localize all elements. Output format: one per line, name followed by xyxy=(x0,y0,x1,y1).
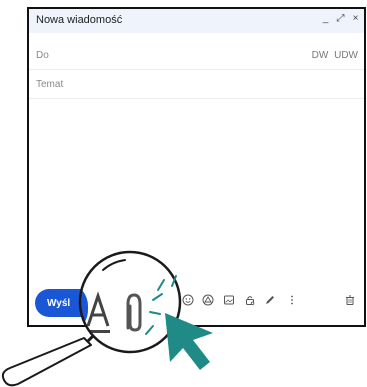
subject-placeholder: Temat xyxy=(36,79,64,90)
compose-header: Nowa wiadomość _ ⤢ × xyxy=(29,9,364,33)
photo-icon[interactable] xyxy=(222,293,236,307)
drive-icon[interactable] xyxy=(201,293,215,307)
window-controls: _ ⤢ × xyxy=(321,13,360,24)
minimize-button[interactable]: _ xyxy=(321,13,330,24)
close-button[interactable]: × xyxy=(351,13,360,24)
subject-field[interactable]: Temat xyxy=(29,71,364,99)
to-field[interactable]: Do DW UDW xyxy=(29,42,364,70)
send-button[interactable]: Wyśl xyxy=(35,289,97,317)
trash-icon[interactable] xyxy=(343,293,357,307)
cc-bcc-links: DW UDW xyxy=(309,50,358,61)
message-body[interactable] xyxy=(29,99,364,285)
bcc-link[interactable]: UDW xyxy=(334,50,358,61)
magnifier-handle xyxy=(1,334,95,387)
signature-icon[interactable] xyxy=(263,293,277,307)
cc-link[interactable]: DW xyxy=(312,50,329,61)
emoji-icon[interactable] xyxy=(181,293,195,307)
compose-title: Nowa wiadomość xyxy=(36,14,123,26)
to-label: Do xyxy=(36,50,49,61)
lock-icon[interactable] xyxy=(243,293,257,307)
compose-toolbar: Wyśl xyxy=(29,285,364,325)
compose-window: Nowa wiadomość _ ⤢ × Do DW UDW Temat Wyś… xyxy=(27,7,366,327)
expand-button[interactable]: ⤢ xyxy=(336,13,345,24)
more-options-icon[interactable] xyxy=(285,293,299,307)
